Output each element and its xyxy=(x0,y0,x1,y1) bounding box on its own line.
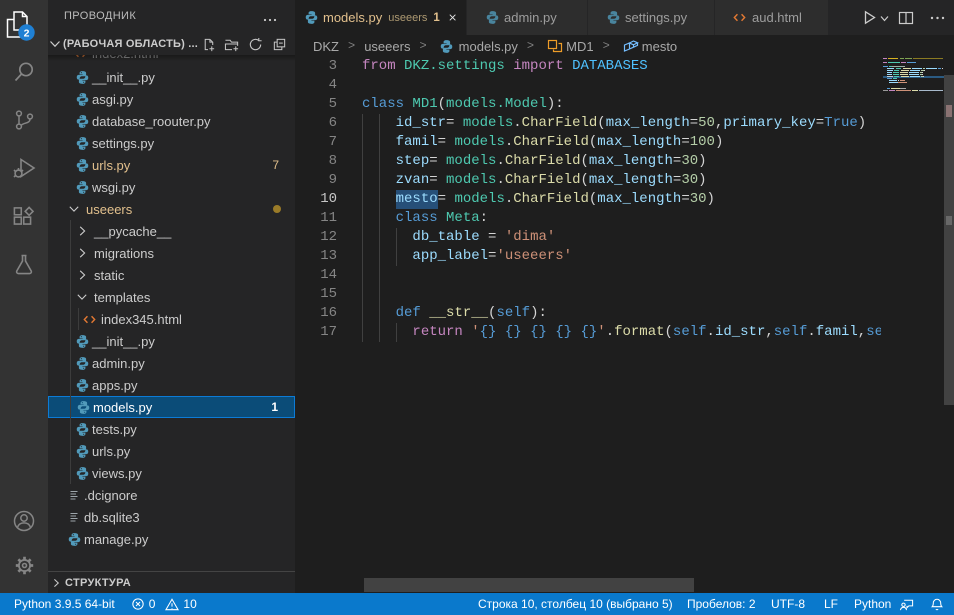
svg-text:2: 2 xyxy=(24,27,30,39)
